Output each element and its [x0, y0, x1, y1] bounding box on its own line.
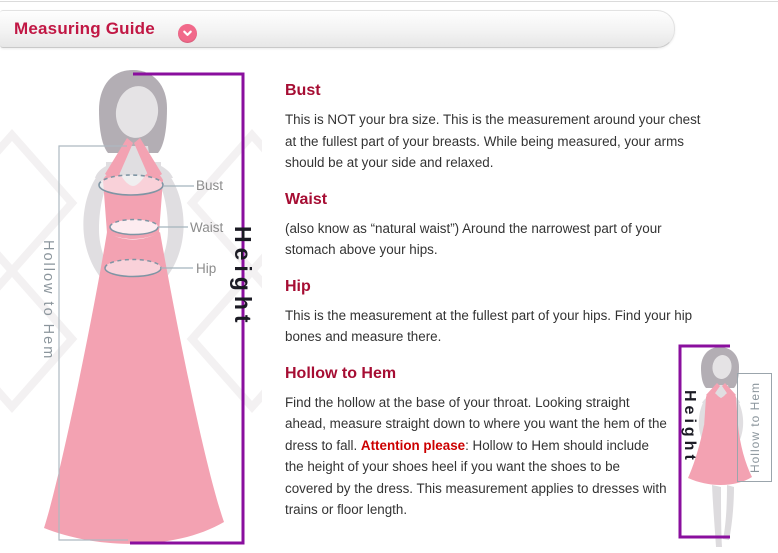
waist-callout-label: Waist	[190, 220, 223, 235]
small-hollow-to-hem-box: Hollow to Hem	[737, 373, 772, 482]
section-bust: Bust This is NOT your bra size. This is …	[285, 82, 717, 174]
section-body: (also know as “natural waist”) Around th…	[285, 218, 709, 261]
attention-label: Attention please	[361, 438, 465, 453]
section-title: Bust	[285, 82, 717, 100]
definitions-column: Bust This is NOT your bra size. This is …	[285, 82, 717, 538]
section-hollow-to-hem: Hollow to Hem Find the hollow at the bas…	[285, 365, 717, 521]
section-title: Hollow to Hem	[285, 365, 717, 383]
section-title: Hip	[285, 278, 717, 296]
small-hollow-to-hem-vertical-label: Hollow to Hem	[748, 382, 762, 473]
measuring-guide-page: Measuring Guide	[0, 0, 778, 553]
bust-callout-label: Bust	[196, 178, 223, 193]
section-waist: Waist (also know as “natural waist”) Aro…	[285, 191, 717, 261]
section-hip: Hip This is the measurement at the fulle…	[285, 278, 717, 348]
section-body: This is the measurement at the fullest p…	[285, 305, 709, 348]
section-body: This is NOT your bra size. This is the m…	[285, 109, 709, 174]
section-title: Waist	[285, 191, 717, 209]
height-vertical-label: Height	[229, 226, 256, 328]
hollow-to-hem-vertical-label: Hollow to Hem	[40, 240, 56, 360]
section-body: Find the hollow at the base of your thro…	[285, 392, 671, 521]
small-height-vertical-label: Height	[680, 390, 698, 464]
hip-callout-label: Hip	[196, 261, 216, 276]
